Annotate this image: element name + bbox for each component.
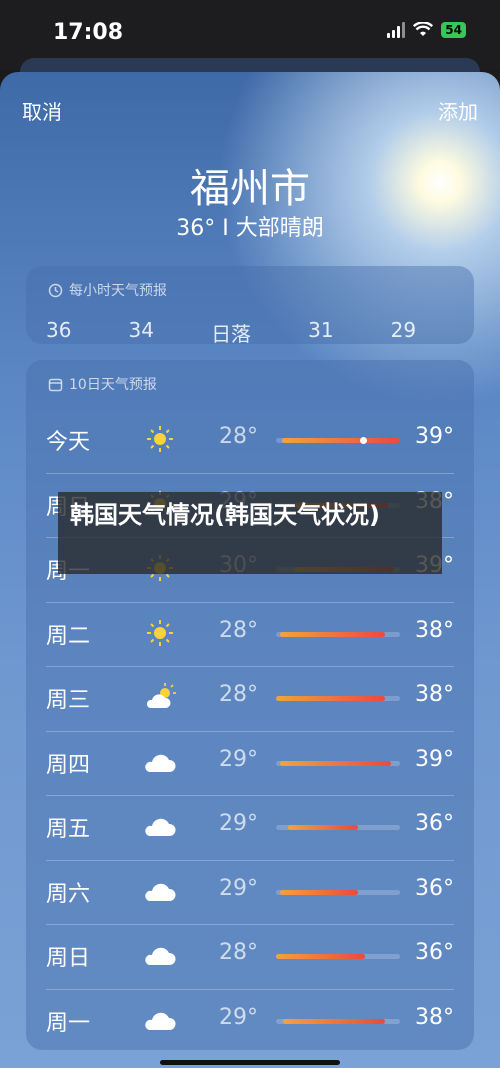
high-temp: 36° xyxy=(415,875,454,901)
low-temp: 28° xyxy=(219,617,258,643)
row-divider xyxy=(46,924,454,925)
high-temp: 36° xyxy=(415,940,454,965)
add-button[interactable]: 添加 xyxy=(438,96,478,125)
calendar-icon xyxy=(48,378,63,391)
daily-row[interactable]: 周一 29° 38° xyxy=(26,988,474,1053)
hourly-values: 36 34 日落 31 29 2 xyxy=(46,318,474,344)
sun-icon xyxy=(147,619,173,646)
daily-forecast-label: 10日天气预报 xyxy=(69,377,157,393)
low-temp: 28° xyxy=(219,682,258,707)
high-temp: 38° xyxy=(415,682,454,707)
daily-forecast-title: 10日天气预报 xyxy=(48,374,157,394)
hourly-forecast-title: 每小时天气预报 xyxy=(48,280,167,300)
temp-range-fill xyxy=(276,696,386,701)
day-label: 周二 xyxy=(46,623,91,649)
daily-row[interactable]: 周五 29° 36° xyxy=(26,795,474,859)
daily-forecast-card: 10日天气预报 今天28°39°周日29°38°周一30°39°周二28°38°… xyxy=(26,360,474,1050)
high-temp: 38° xyxy=(415,617,454,643)
low-temp: 29° xyxy=(219,1004,258,1030)
temp-range-fill xyxy=(279,760,392,766)
day-label: 周日 xyxy=(46,946,91,971)
cloud-icon xyxy=(145,818,176,836)
temp-range-fill xyxy=(276,954,366,959)
caption-text: 韩国天气情况(韩国天气状况) xyxy=(70,501,380,529)
temp-range-fill xyxy=(279,631,386,637)
low-temp: 29° xyxy=(219,875,258,901)
row-divider xyxy=(46,988,454,990)
battery-icon: 54 xyxy=(441,22,466,38)
current-temp-dot xyxy=(359,437,367,444)
high-temp: 39° xyxy=(415,424,454,449)
cloud-icon xyxy=(145,1012,176,1030)
temp-range-fill xyxy=(288,825,358,830)
city-name: 福州市 xyxy=(190,166,310,212)
row-divider xyxy=(46,795,454,796)
temp-range-bar xyxy=(276,437,400,444)
hourly-value: 29 xyxy=(390,318,417,342)
hourly-forecast-label: 每小时天气预报 xyxy=(69,283,167,299)
daily-row[interactable]: 周二 28° 38° xyxy=(26,601,474,666)
status-time: 17:08 xyxy=(53,20,124,45)
temp-range-bar xyxy=(276,631,400,637)
high-temp: 36° xyxy=(415,811,454,836)
daily-row[interactable]: 周四 29° 39° xyxy=(26,730,474,795)
day-label: 周六 xyxy=(46,881,91,907)
low-temp: 29° xyxy=(219,811,258,836)
hourly-value: 2 xyxy=(473,318,474,344)
hourly-value: 31 xyxy=(308,318,334,342)
row-divider xyxy=(46,859,454,861)
temp-range-bar xyxy=(276,889,400,895)
day-label: 周三 xyxy=(46,688,91,713)
daily-row[interactable]: 周三 28° 38° xyxy=(26,666,474,730)
row-divider xyxy=(46,730,454,732)
hourly-value: 34 xyxy=(128,318,154,342)
clock-icon xyxy=(48,283,63,297)
home-indicator xyxy=(160,1060,340,1065)
wifi-icon xyxy=(413,22,434,36)
row-divider xyxy=(46,601,454,603)
low-temp: 28° xyxy=(219,424,258,449)
cloud-icon xyxy=(145,947,176,965)
current-summary: 36° Ⅰ 大部晴朗 xyxy=(176,216,324,241)
day-label: 周一 xyxy=(46,1010,91,1036)
daily-row[interactable]: 周日 28° 36° xyxy=(26,924,474,988)
caption-overlay: 韩国天气情况(韩国天气状况) xyxy=(58,492,442,574)
hourly-forecast-card[interactable]: 每小时天气预报 36 34 日落 31 29 2 xyxy=(26,266,474,344)
high-temp: 39° xyxy=(415,746,454,772)
high-temp: 38° xyxy=(415,1004,454,1030)
cancel-button[interactable]: 取消 xyxy=(22,96,62,125)
temp-range-fill xyxy=(279,889,358,895)
temp-range-bar xyxy=(276,1018,400,1024)
temp-range-bar xyxy=(276,825,400,830)
temp-range-bar xyxy=(276,696,400,701)
hourly-value: 36 xyxy=(46,318,72,342)
temp-range-bar xyxy=(276,954,400,959)
cloud-icon xyxy=(145,754,176,772)
sun-icon xyxy=(147,426,173,452)
daily-row[interactable]: 周六 29° 36° xyxy=(26,859,474,924)
day-label: 周五 xyxy=(46,817,91,842)
low-temp: 29° xyxy=(219,746,258,772)
day-label: 周四 xyxy=(46,752,91,778)
temp-range-fill xyxy=(283,1018,386,1024)
cellular-signal-icon xyxy=(387,22,406,38)
row-divider xyxy=(46,666,454,667)
status-icons: 54 xyxy=(387,22,466,38)
daily-row[interactable]: 今天 28° 39° xyxy=(26,408,474,472)
low-temp: 28° xyxy=(219,940,258,965)
partly-cloudy-icon xyxy=(146,683,176,708)
hourly-value: 日落 xyxy=(211,322,252,344)
cloud-icon xyxy=(145,883,176,901)
row-divider xyxy=(46,472,454,474)
day-label: 今天 xyxy=(46,430,91,455)
temp-range-bar xyxy=(276,760,400,766)
temp-range-fill xyxy=(282,438,400,443)
